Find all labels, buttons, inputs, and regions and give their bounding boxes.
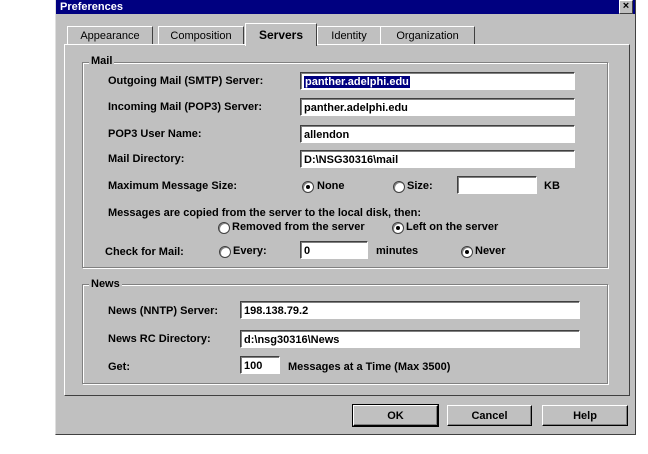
nntp-server-label: News (NNTP) Server: (108, 305, 219, 317)
check-mail-label: Check for Mail: (105, 246, 184, 258)
tab-organization[interactable]: Organization (380, 26, 475, 45)
incoming-server-label: Incoming Mail (POP3) Server: (108, 101, 263, 113)
mail-directory-label: Mail Directory: (108, 153, 185, 165)
nntp-server-field[interactable]: 198.138.79.2 (240, 301, 580, 319)
check-minutes-field[interactable]: 0 (300, 241, 368, 259)
outgoing-server-label: Outgoing Mail (SMTP) Server: (108, 75, 264, 87)
kb-unit-label: KB (544, 180, 560, 192)
left-on-server-label[interactable]: Left on the server (406, 220, 498, 234)
max-size-label: Maximum Message Size: (108, 180, 237, 192)
removed-from-server-radio[interactable] (218, 222, 230, 234)
close-button[interactable]: × (619, 0, 633, 14)
cancel-button[interactable]: Cancel (447, 405, 532, 426)
copy-instructions-text: Messages are copied from the server to t… (108, 207, 421, 219)
window-title: Preferences (60, 1, 123, 13)
tab-identity[interactable]: Identity (317, 26, 381, 45)
get-count-field[interactable]: 100 (240, 356, 280, 374)
removed-from-server-label[interactable]: Removed from the server (232, 220, 365, 234)
max-size-field[interactable] (457, 176, 537, 194)
max-size-none-radio[interactable] (302, 181, 314, 193)
get-suffix-text: Messages at a Time (Max 3500) (288, 361, 451, 373)
check-every-radio[interactable] (219, 246, 231, 258)
outgoing-server-field[interactable]: panther.adelphi.edu (300, 72, 575, 90)
mail-directory-field[interactable]: D:\NSG30316\mail (300, 150, 575, 168)
tab-appearance[interactable]: Appearance (67, 26, 153, 45)
ok-button[interactable]: OK (352, 404, 439, 427)
minutes-label: minutes (376, 245, 419, 257)
left-on-server-radio[interactable] (392, 222, 404, 234)
get-label: Get: (108, 361, 130, 373)
incoming-server-field[interactable]: panther.adelphi.edu (300, 98, 575, 116)
title-bar[interactable]: Preferences × (56, 0, 635, 14)
news-group-title: News (89, 278, 122, 290)
tab-composition[interactable]: Composition (158, 26, 244, 45)
pop3-user-label: POP3 User Name: (108, 128, 202, 140)
max-size-none-label[interactable]: None (317, 179, 345, 193)
max-size-size-label[interactable]: Size: (407, 179, 433, 193)
news-rc-directory-field[interactable]: d:\nsg30316\News (240, 330, 580, 348)
check-never-radio[interactable] (461, 246, 473, 258)
outgoing-server-value: panther.adelphi.edu (304, 76, 410, 88)
help-button[interactable]: Help (542, 405, 628, 426)
news-rc-directory-label: News RC Directory: (108, 333, 211, 345)
preferences-window: Preferences × Appearance Composition Ser… (55, 0, 636, 435)
check-every-label[interactable]: Every: (233, 244, 267, 258)
check-never-label[interactable]: Never (475, 244, 506, 258)
max-size-size-radio[interactable] (393, 181, 405, 193)
tab-servers[interactable]: Servers (245, 23, 317, 46)
pop3-user-field[interactable]: allendon (300, 125, 575, 143)
mail-group-title: Mail (89, 55, 115, 67)
